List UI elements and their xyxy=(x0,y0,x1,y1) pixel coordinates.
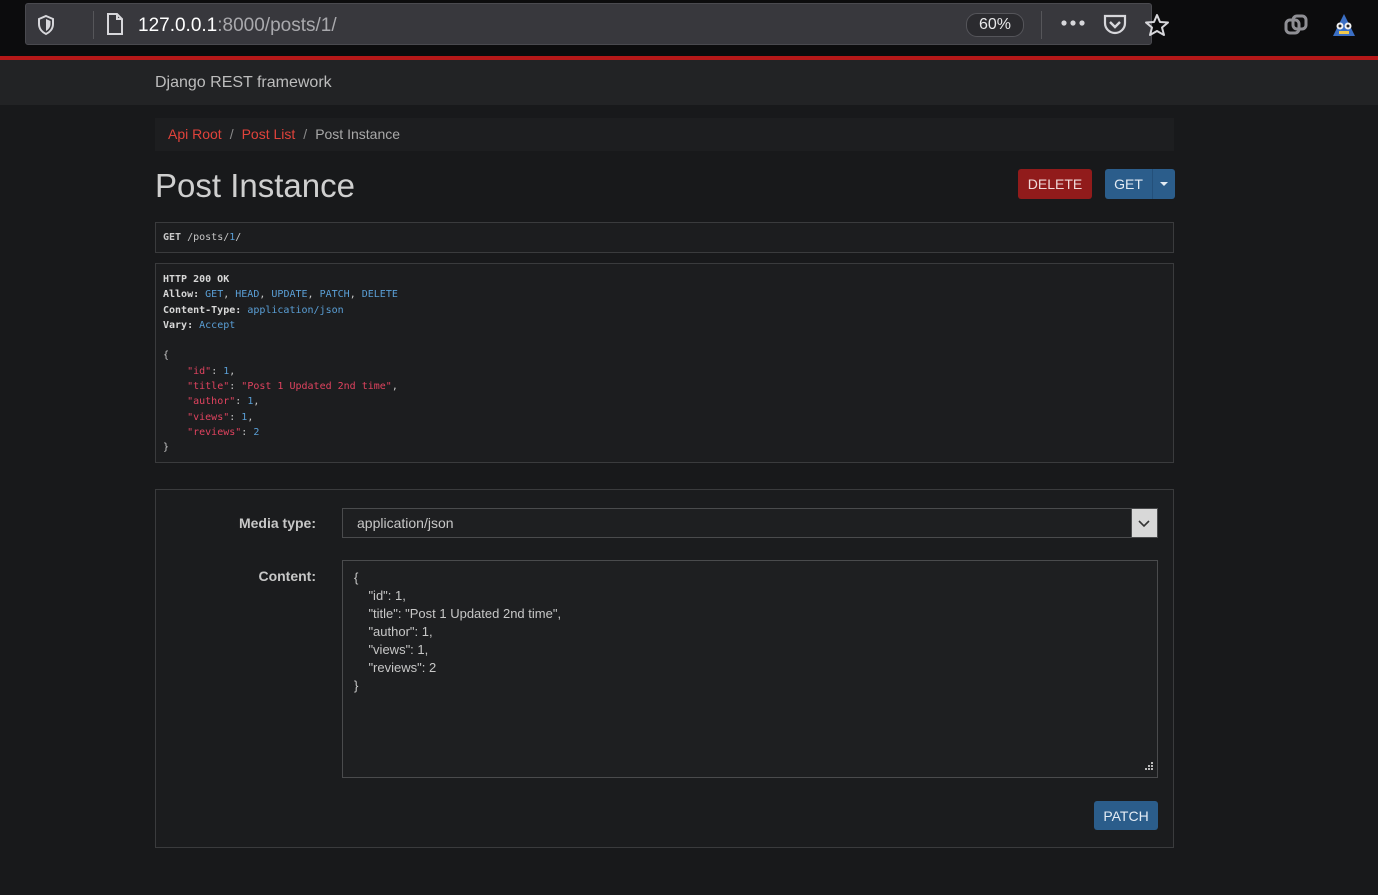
page-title: Post Instance xyxy=(155,167,355,204)
json-close-brace: } xyxy=(163,442,170,454)
breadcrumb-separator: / xyxy=(229,126,234,142)
media-type-select[interactable]: application/json xyxy=(342,508,1158,538)
navbar: Django REST framework xyxy=(0,60,1378,105)
response-info: HTTP 200 OK Allow: GET, HEAD, UPDATE, PA… xyxy=(155,263,1174,463)
patch-button[interactable]: PATCH xyxy=(1094,801,1158,830)
url-divider xyxy=(93,11,94,39)
content-line: "reviews": 2 xyxy=(354,660,437,675)
content-label: Content: xyxy=(258,568,316,584)
url-path: :8000/posts/1/ xyxy=(217,15,337,36)
allow-header: Allow: GET, HEAD, UPDATE, PATCH, DELETE xyxy=(163,289,398,301)
caret-down-icon xyxy=(1160,182,1168,186)
pocket-icon[interactable] xyxy=(1102,13,1128,40)
chevron-down-icon xyxy=(1138,520,1150,528)
zoom-indicator[interactable]: 60% xyxy=(966,13,1024,37)
request-method: GET xyxy=(163,232,182,243)
toolbar-divider xyxy=(1041,11,1042,39)
address-bar[interactable]: 127.0.0.1:8000/posts/1/ 60% xyxy=(25,3,1169,45)
json-open-brace: { xyxy=(163,350,170,362)
json-line: "views": 1, xyxy=(187,411,254,423)
get-button[interactable]: GET xyxy=(1105,169,1152,199)
json-line: "reviews": 2 xyxy=(187,426,260,438)
media-type-value: application/json xyxy=(357,515,454,531)
content-line: { xyxy=(354,570,359,585)
raw-data-form: Media type: application/json Content: { … xyxy=(155,489,1174,848)
breadcrumb-active: Post Instance xyxy=(315,126,401,142)
breadcrumb-separator: / xyxy=(303,126,308,142)
json-line: "id": 1, xyxy=(187,365,236,377)
content-line: "views": 1, xyxy=(354,642,429,657)
request-info: GET /posts/1/ xyxy=(155,222,1174,253)
tracking-shield-icon[interactable] xyxy=(36,14,56,41)
content-text: { "id": 1, "title": "Post 1 Updated 2nd … xyxy=(354,569,1146,695)
extension-link-icon[interactable] xyxy=(1283,13,1309,44)
content-textarea[interactable]: { "id": 1, "title": "Post 1 Updated 2nd … xyxy=(342,560,1158,778)
url-text[interactable]: 127.0.0.1:8000/posts/1/ xyxy=(138,15,337,37)
content-type-header: Content-Type: application/json xyxy=(163,304,344,316)
json-line: "author": 1, xyxy=(187,396,260,408)
breadcrumb-post-list[interactable]: Post List xyxy=(242,126,296,142)
more-actions-icon[interactable] xyxy=(1059,12,1087,39)
select-arrow[interactable] xyxy=(1131,509,1157,537)
delete-button[interactable]: DELETE xyxy=(1018,169,1092,199)
response-status: HTTP 200 OK xyxy=(163,274,230,285)
get-format-dropdown[interactable] xyxy=(1152,169,1175,199)
content-line: "id": 1, xyxy=(354,588,406,603)
content-line: } xyxy=(354,678,359,693)
page-info-icon[interactable] xyxy=(106,13,124,40)
content-line: "author": 1, xyxy=(354,624,433,639)
vary-header: Vary: Accept xyxy=(163,319,236,331)
request-path: /posts/1/ xyxy=(187,232,242,243)
media-type-label: Media type: xyxy=(238,515,316,531)
json-line: "title": "Post 1 Updated 2nd time", xyxy=(187,381,398,393)
breadcrumb: Api Root / Post List / Post Instance xyxy=(155,118,1174,151)
bookmark-star-icon[interactable] xyxy=(1144,13,1170,42)
browser-toolbar: 127.0.0.1:8000/posts/1/ 60% xyxy=(0,0,1378,56)
extension-avatar-icon[interactable] xyxy=(1330,12,1358,45)
breadcrumb-api-root[interactable]: Api Root xyxy=(168,126,222,142)
content-line: "title": "Post 1 Updated 2nd time", xyxy=(354,606,562,621)
url-host: 127.0.0.1 xyxy=(138,15,218,36)
json-body: "id": 1, "title": "Post 1 Updated 2nd ti… xyxy=(163,364,1166,440)
resize-grip-icon[interactable] xyxy=(1144,759,1154,774)
brand-link[interactable]: Django REST framework xyxy=(155,74,332,92)
